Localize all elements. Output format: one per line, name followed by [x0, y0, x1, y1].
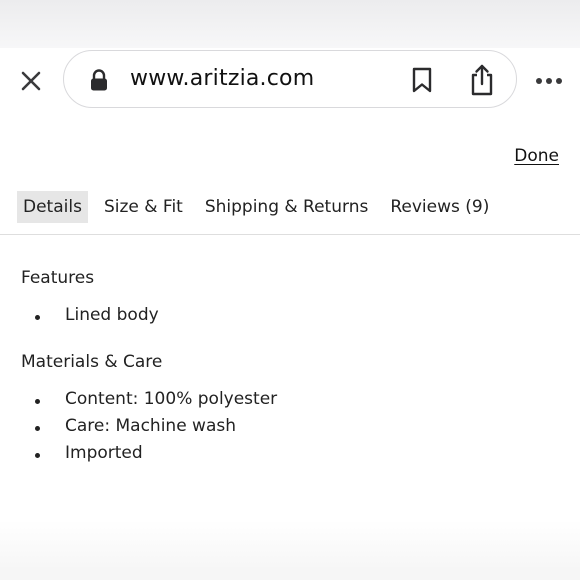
tab-details[interactable]: Details [17, 191, 88, 223]
list-item-text: Imported [65, 443, 143, 463]
tab-size-fit[interactable]: Size & Fit [98, 191, 189, 223]
product-info-tabs: Details Size & Fit Shipping & Returns Re… [17, 191, 505, 223]
bullet-icon [35, 399, 40, 404]
bookmark-icon[interactable] [410, 66, 434, 94]
list-item-text: Care: Machine wash [65, 416, 237, 436]
list-item-text: Lined body [65, 305, 159, 325]
more-icon [536, 78, 562, 84]
features-heading: Features [21, 268, 95, 288]
bullet-icon [35, 315, 40, 320]
bottom-edge [0, 520, 580, 580]
close-icon [21, 71, 41, 91]
status-bar-area [0, 0, 580, 48]
done-button[interactable]: Done [514, 146, 559, 166]
browser-toolbar: www.aritzia.com [0, 48, 580, 112]
url-text: www.aritzia.com [130, 66, 315, 91]
tab-shipping-returns[interactable]: Shipping & Returns [199, 191, 375, 223]
close-button[interactable] [14, 64, 48, 98]
materials-care-heading: Materials & Care [21, 352, 163, 372]
bullet-icon [35, 426, 40, 431]
more-button[interactable] [532, 68, 566, 94]
lock-icon [91, 69, 107, 91]
share-icon[interactable] [468, 63, 496, 97]
tabs-divider [0, 234, 580, 235]
address-bar[interactable]: www.aritzia.com [63, 50, 517, 108]
screen: www.aritzia.com Done Details Size & Fit … [0, 0, 580, 580]
tab-reviews[interactable]: Reviews (9) [384, 191, 495, 223]
list-item-text: Content: 100% polyester [65, 389, 278, 409]
bullet-icon [35, 453, 40, 458]
